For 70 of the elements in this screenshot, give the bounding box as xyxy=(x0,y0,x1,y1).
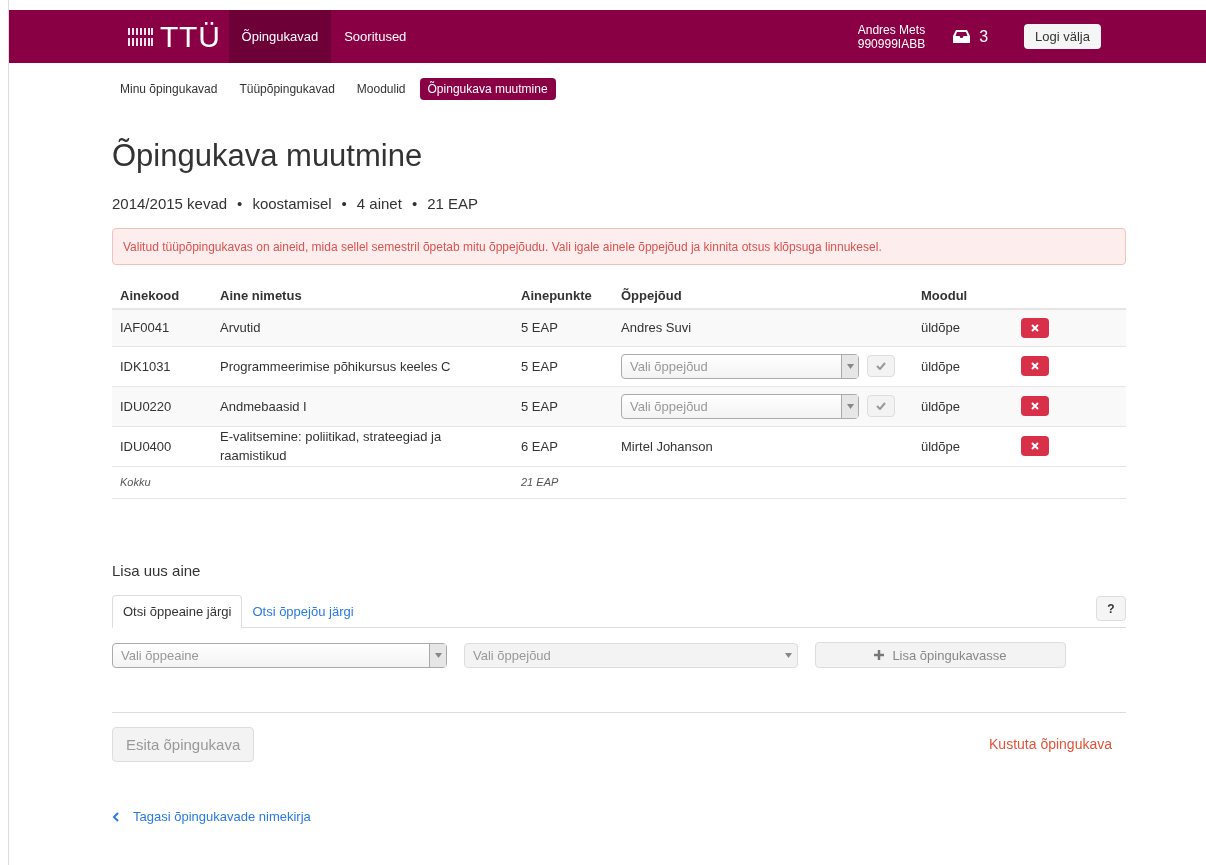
alert: Valitud tüüpõpingukavas on aineid, mida sellel semestril õpetab mitu õppejõudu. Vali igale ainele õppejõud ja kinnita otsus klõpsuga linnukesel. xyxy=(112,228,1126,266)
table-cell: 5 EAP xyxy=(513,309,613,347)
caret-icon xyxy=(785,652,792,658)
total-credits: 21 EAP xyxy=(513,466,613,499)
table-cell: Andres Suvi xyxy=(613,309,913,347)
close-icon xyxy=(1031,402,1039,411)
table-cell: IDU0220 xyxy=(112,386,212,427)
page-title: Õpingukava muutmine xyxy=(112,137,424,175)
table-cell: E-valitsemine: poliitikad, strateegiad ja raamistikud xyxy=(212,426,513,467)
check-icon xyxy=(876,362,886,371)
total-label: Kokku xyxy=(112,466,212,499)
search-tab[interactable]: Otsi õppejõu järgi xyxy=(242,595,364,629)
inbox-icon[interactable] xyxy=(953,30,971,43)
subnav-tab[interactable]: Õpingukava muutmine xyxy=(419,78,556,100)
caret-icon xyxy=(846,363,854,369)
subnav-tab[interactable]: Tüüpõpingukavad xyxy=(231,78,343,100)
user-name: Andres Mets xyxy=(857,22,926,37)
table-cell: üldõpe xyxy=(913,346,1013,387)
plus-icon xyxy=(874,650,885,661)
search-tab[interactable]: Otsi õppeaine järgi xyxy=(112,595,243,629)
column-header: Ainepunkte xyxy=(513,282,613,310)
table-cell: Mirtel Johanson xyxy=(613,426,913,467)
delete-button[interactable] xyxy=(1021,396,1049,417)
table-cell: 5 EAP xyxy=(513,386,613,427)
column-header: Õppejõud xyxy=(613,282,913,310)
meta-text: 21 EAP xyxy=(427,193,479,214)
delete-link[interactable]: Kustuta õpingukava xyxy=(989,734,1112,756)
table-cell: üldõpe xyxy=(913,386,1013,427)
chevron-left-icon xyxy=(112,812,119,822)
table-cell: üldõpe xyxy=(913,309,1013,347)
caret-icon xyxy=(846,403,854,409)
separator-dot: • xyxy=(237,193,243,214)
subnav-tab[interactable]: Minu õpingukavad xyxy=(112,78,226,100)
table-cell: Programmeerimise põhikursus keeles C xyxy=(212,346,513,387)
logout-button[interactable]: Logi välja xyxy=(1024,24,1101,49)
column-header: Moodul xyxy=(913,282,1013,310)
table-cell: 5 EAP xyxy=(513,346,613,387)
logo-bars-icon xyxy=(128,27,154,46)
delete-button[interactable] xyxy=(1021,356,1049,377)
table-cell: IAF0041 xyxy=(112,309,212,347)
column-header: Ainekood xyxy=(112,282,212,310)
table-cell: Andmebaasid I xyxy=(212,386,513,427)
separator-dot: • xyxy=(411,193,418,214)
table-cell: IDK1031 xyxy=(112,346,212,387)
close-icon xyxy=(1031,362,1039,371)
nav-tab[interactable]: Sooritused xyxy=(331,10,420,63)
delete-button[interactable] xyxy=(1021,436,1049,457)
table-cell: IDU0400 xyxy=(112,426,212,467)
section-title: Lisa uus aine xyxy=(112,560,202,581)
table-cell: 6 EAP xyxy=(513,426,613,467)
check-icon xyxy=(876,402,886,411)
table-cell: Arvutid xyxy=(212,309,513,347)
meta-text: 2014/2015 kevad xyxy=(112,193,228,214)
nav-tab[interactable]: Õpingukavad xyxy=(228,10,332,63)
table-cell: üldõpe xyxy=(913,426,1013,467)
meta-text: 4 ainet xyxy=(356,193,402,214)
logo: TTÜ xyxy=(128,21,221,52)
delete-button[interactable] xyxy=(1021,318,1049,338)
back-link[interactable]: Tagasi õpingukavade nimekirja xyxy=(112,807,311,827)
column-header: Aine nimetus xyxy=(212,282,513,310)
user-code: 990999IABB xyxy=(857,36,926,51)
meta-text: koostamisel xyxy=(252,193,332,214)
inbox-count: 3 xyxy=(979,26,989,47)
confirm-button[interactable] xyxy=(867,355,895,378)
separator-dot: • xyxy=(341,193,347,214)
close-icon xyxy=(1031,324,1039,332)
close-icon xyxy=(1031,442,1039,451)
subnav-tab[interactable]: Moodulid xyxy=(348,78,414,100)
help-button[interactable]: ? xyxy=(1096,596,1126,622)
caret-icon xyxy=(434,652,442,658)
